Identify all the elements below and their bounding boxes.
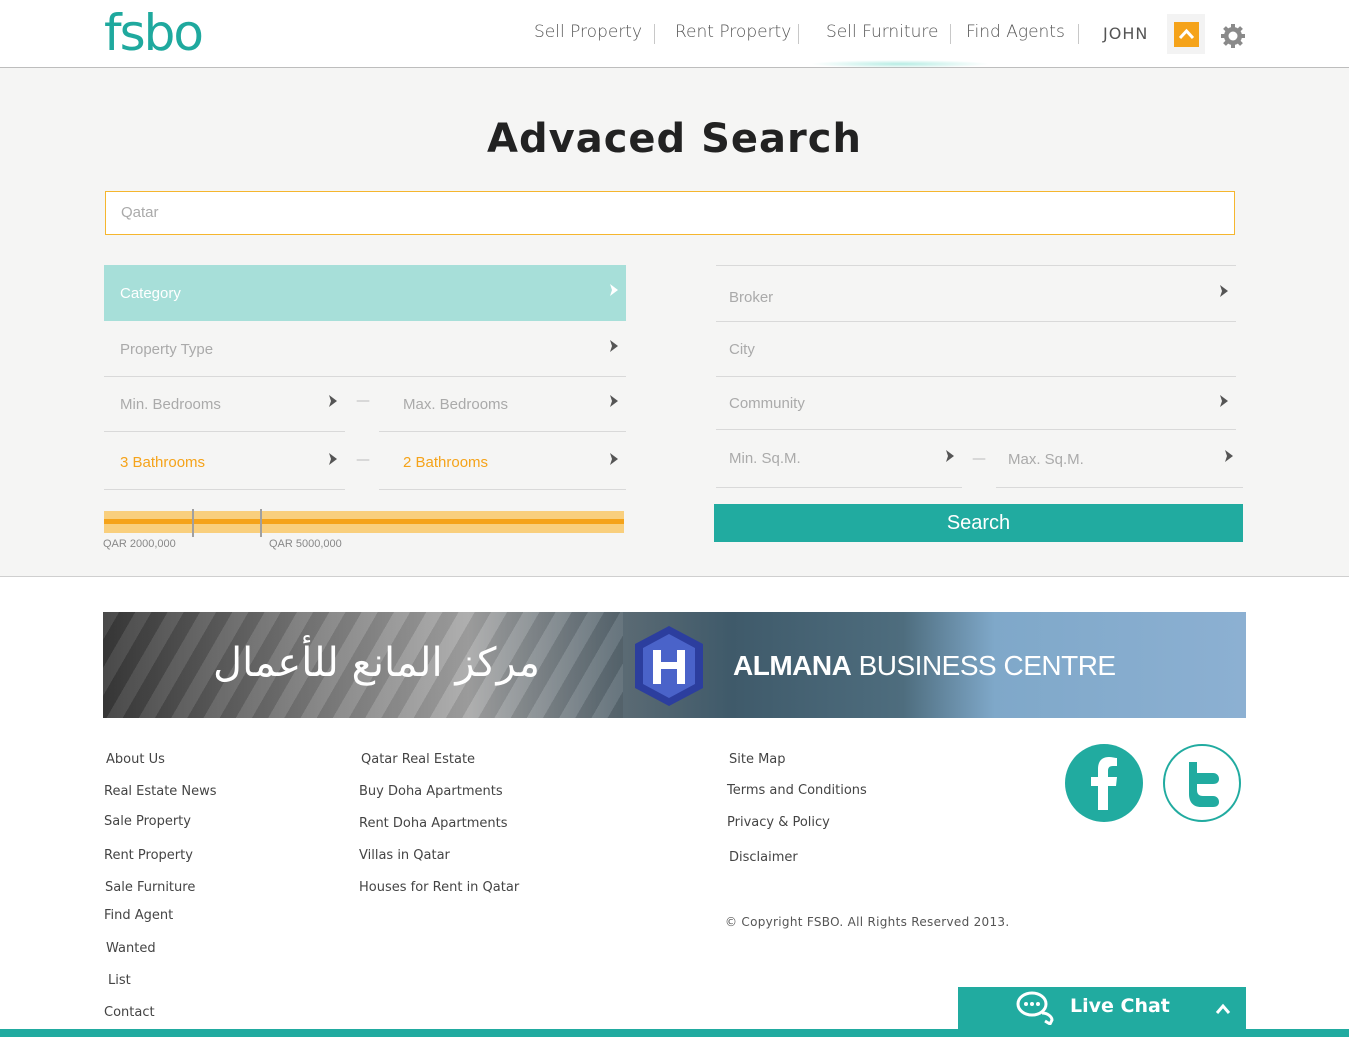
advanced-search-section: Advaced Search Qatar Category Property T… xyxy=(0,68,1349,577)
live-chat-label: Live Chat xyxy=(1070,995,1170,1017)
broker-label: Broker xyxy=(729,289,774,306)
nav-sell-furniture[interactable]: Sell Furniture xyxy=(826,22,938,42)
chevron-right-icon xyxy=(946,450,954,462)
max-sqm-select[interactable]: Max. Sq.M. xyxy=(996,432,1243,488)
min-sqm-label: Min. Sq.M. xyxy=(729,450,801,467)
chevron-right-icon xyxy=(610,284,618,296)
chevron-right-icon xyxy=(610,395,618,407)
twitter-icon[interactable] xyxy=(1163,744,1241,822)
chevron-right-icon xyxy=(1220,285,1228,297)
slider-fill xyxy=(104,519,624,524)
min-bathrooms-label: 3 Bathrooms xyxy=(120,454,206,471)
footer-link-terms[interactable]: Terms and Conditions xyxy=(727,783,867,798)
footer-link-disclaimer[interactable]: Disclaimer xyxy=(729,850,798,865)
min-bedrooms-label: Min. Bedrooms xyxy=(120,396,221,413)
slider-max-handle[interactable] xyxy=(260,509,262,537)
footer-link-contact[interactable]: Contact xyxy=(104,1005,155,1020)
footer-link-villas-in-qatar[interactable]: Villas in Qatar xyxy=(359,848,450,863)
min-bathrooms-select[interactable]: 3 Bathrooms xyxy=(104,434,345,490)
footer-link-buy-doha-apartments[interactable]: Buy Doha Apartments xyxy=(359,784,503,799)
min-bedrooms-select[interactable]: Min. Bedrooms xyxy=(104,376,345,432)
broker-select[interactable]: Broker xyxy=(716,266,1236,322)
chat-bubbles-icon xyxy=(1016,991,1054,1025)
footer-link-rent-doha-apartments[interactable]: Rent Doha Apartments xyxy=(359,816,508,831)
max-bathrooms-label: 2 Bathrooms xyxy=(403,454,489,471)
footer-link-qatar-real-estate[interactable]: Qatar Real Estate xyxy=(361,752,475,767)
nav-sell-property[interactable]: Sell Property xyxy=(534,22,642,42)
chevron-right-icon xyxy=(610,453,618,465)
nav-separator xyxy=(1078,24,1079,44)
range-dash: — xyxy=(356,452,370,468)
nav-find-agents[interactable]: Find Agents xyxy=(966,22,1065,42)
footer-link-find-agent[interactable]: Find Agent xyxy=(104,908,173,923)
slider-min-handle[interactable] xyxy=(192,509,194,537)
range-dash: — xyxy=(356,393,370,409)
footer-link-about-us[interactable]: About Us xyxy=(106,752,165,767)
almana-logo-icon xyxy=(635,626,703,706)
max-bathrooms-select[interactable]: 2 Bathrooms xyxy=(379,434,626,490)
max-sqm-label: Max. Sq.M. xyxy=(1008,451,1084,468)
price-max-label: QAR 5000,000 xyxy=(269,538,342,550)
page-title: Advaced Search xyxy=(487,116,862,162)
max-bedrooms-label: Max. Bedrooms xyxy=(403,396,509,413)
user-name[interactable]: JOHN xyxy=(1103,24,1148,43)
range-dash: — xyxy=(972,451,986,467)
gear-icon[interactable] xyxy=(1219,22,1247,50)
max-bedrooms-select[interactable]: Max. Bedrooms xyxy=(379,376,626,432)
facebook-icon[interactable] xyxy=(1065,744,1143,822)
nav-rent-property[interactable]: Rent Property xyxy=(675,22,791,42)
nav-separator xyxy=(950,24,951,44)
almana-banner[interactable]: مركز المانع للأعمال ALMANA BUSINESS CENT… xyxy=(103,612,1246,718)
footer-link-houses-for-rent[interactable]: Houses for Rent in Qatar xyxy=(359,880,519,895)
footer-link-list[interactable]: List xyxy=(108,973,131,988)
price-range-slider[interactable] xyxy=(104,509,624,537)
footer-link-privacy[interactable]: Privacy & Policy xyxy=(727,815,830,830)
footer-link-rent-property[interactable]: Rent Property xyxy=(104,848,193,863)
price-min-label: QAR 2000,000 xyxy=(103,538,176,550)
copyright-text: © Copyright FSBO. All Rights Reserved 20… xyxy=(725,915,1010,929)
footer-link-real-estate-news[interactable]: Real Estate News xyxy=(104,784,217,799)
bottom-bar xyxy=(0,1029,1349,1037)
community-label: Community xyxy=(729,395,805,412)
city-field[interactable]: City xyxy=(716,321,1236,377)
category-select[interactable]: Category xyxy=(104,265,626,321)
property-type-select[interactable]: Property Type xyxy=(104,321,626,377)
chevron-right-icon xyxy=(329,453,337,465)
search-button[interactable]: Search xyxy=(714,504,1243,542)
top-header: fsbo Sell Property Rent Property Sell Fu… xyxy=(0,0,1349,68)
nav-separator xyxy=(798,24,799,44)
nav-separator xyxy=(654,24,655,44)
chevron-right-icon xyxy=(329,395,337,407)
location-input[interactable]: Qatar xyxy=(105,191,1235,235)
chevron-right-icon xyxy=(1220,395,1228,407)
chevron-up-icon[interactable] xyxy=(1215,1003,1231,1015)
footer-link-sale-property[interactable]: Sale Property xyxy=(104,814,191,829)
nav-active-glow xyxy=(810,60,990,68)
property-type-label: Property Type xyxy=(120,341,214,358)
banner-english-text: ALMANA BUSINESS CENTRE xyxy=(733,650,1116,681)
min-sqm-select[interactable]: Min. Sq.M. xyxy=(716,432,962,488)
chevron-right-icon xyxy=(610,340,618,352)
home-up-icon[interactable] xyxy=(1174,22,1199,47)
city-label: City xyxy=(729,341,755,358)
footer-link-wanted[interactable]: Wanted xyxy=(106,941,156,956)
footer-link-sale-furniture[interactable]: Sale Furniture xyxy=(105,880,195,895)
live-chat-widget[interactable]: Live Chat xyxy=(958,987,1246,1031)
footer-link-site-map[interactable]: Site Map xyxy=(729,752,786,767)
chevron-right-icon xyxy=(1225,450,1233,462)
category-label: Category xyxy=(120,285,181,302)
banner-arabic-text: مركز المانع للأعمال xyxy=(213,640,540,686)
community-select[interactable]: Community xyxy=(716,377,1236,430)
